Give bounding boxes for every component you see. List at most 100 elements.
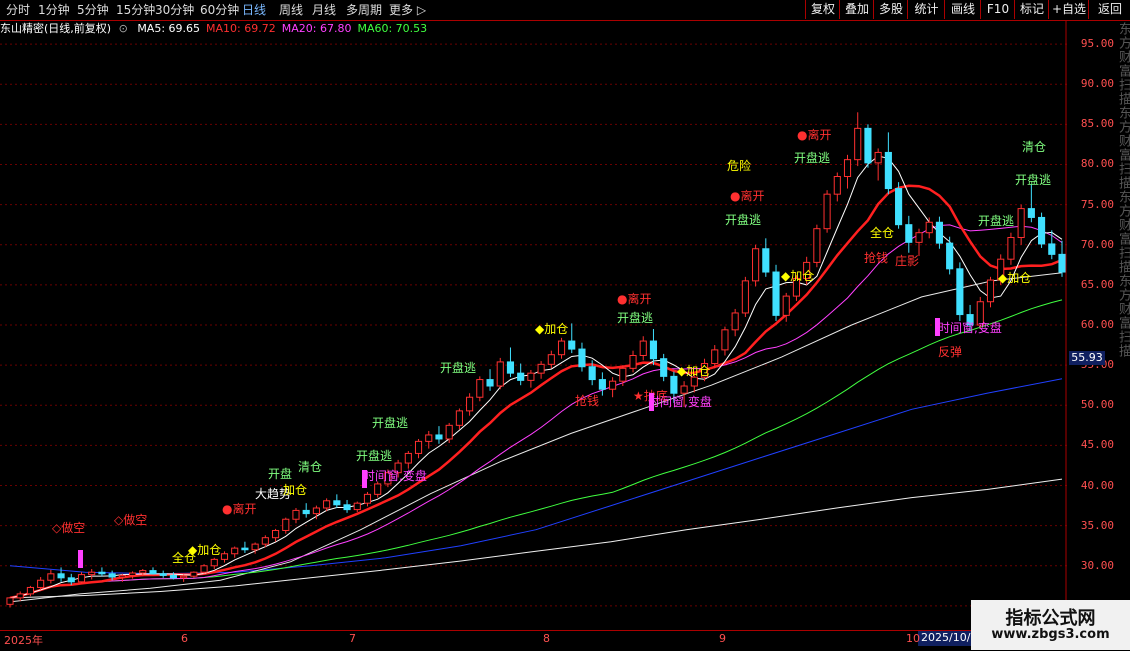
- candle-body: [414, 440, 423, 454]
- candle-body: [619, 367, 627, 382]
- candle-body: [404, 452, 412, 464]
- period-tab-0[interactable]: 分时: [6, 2, 30, 18]
- candle-body: [486, 379, 494, 387]
- signal-label: 开盘逃: [372, 415, 408, 430]
- candle-body: [476, 379, 484, 398]
- toolbar-button-7[interactable]: +自选: [1048, 0, 1089, 19]
- signal-label: ●离开: [797, 127, 831, 142]
- candle-body: [537, 363, 545, 374]
- signal-label: 清仓: [298, 460, 322, 474]
- candle-body: [323, 500, 331, 509]
- candle-body: [271, 529, 280, 539]
- candle-body: [741, 280, 749, 314]
- candle-body: [88, 571, 96, 576]
- period-tab-10[interactable]: 更多 ▷: [389, 2, 426, 18]
- date-label: 9: [719, 632, 726, 645]
- candle-body: [159, 573, 167, 576]
- candle-body: [1007, 237, 1015, 260]
- watermark-url: www.zbgs3.com: [991, 627, 1110, 642]
- candle-body: [772, 271, 780, 316]
- candle-body: [874, 151, 882, 164]
- period-tab-3[interactable]: 15分钟: [116, 2, 155, 18]
- period-tab-7[interactable]: 周线: [279, 2, 303, 18]
- candle-body: [854, 127, 862, 161]
- signal-label: 危险: [727, 158, 751, 173]
- signal-label: ◇做空: [52, 520, 85, 535]
- time-window-marker: [935, 318, 940, 336]
- candle-body: [343, 504, 351, 511]
- candle-body: [67, 577, 75, 583]
- candle-body: [915, 232, 923, 243]
- signal-label: 开盘逃: [617, 310, 653, 325]
- candle-body: [762, 248, 770, 273]
- candle-body: [98, 571, 106, 575]
- kline-chart[interactable]: ◇做空◇做空◆加仓全仓●离开大趋势加仓清仓开盘 时间窗,变盘开盘逃开盘逃开盘逃◆加…: [0, 20, 1067, 630]
- ma10-line: [9, 184, 1063, 600]
- candle-body: [180, 575, 188, 579]
- signal-label: 全仓: [172, 550, 196, 565]
- candle-body: [312, 507, 320, 515]
- signal-label: 开盘: [268, 466, 292, 481]
- candle-body: [833, 176, 841, 195]
- period-tab-1[interactable]: 1分钟: [38, 2, 70, 18]
- candle-body: [37, 579, 45, 588]
- time-window-marker: [649, 393, 654, 411]
- candle-body: [57, 573, 65, 579]
- toolbar-button-8[interactable]: 返回: [1088, 0, 1130, 19]
- toolbar-button-6[interactable]: 标记: [1014, 0, 1049, 19]
- signal-label: 反弹: [938, 345, 962, 359]
- toolbar-button-3[interactable]: 统计: [907, 0, 945, 19]
- candle-body: [251, 543, 259, 551]
- signal-label: ◆加仓: [535, 322, 568, 336]
- candle-body: [466, 396, 474, 412]
- candle-body: [220, 553, 229, 560]
- period-tab-9[interactable]: 多周期: [346, 2, 382, 18]
- candle-body: [864, 127, 872, 164]
- side-vertical-text: 东方财富扫描东方财富扫描东方财富扫描东方财富扫描: [1116, 22, 1130, 358]
- candle-body: [690, 376, 698, 387]
- candle-body: [455, 410, 463, 426]
- candle-body: [241, 547, 249, 551]
- candle-body: [568, 340, 576, 350]
- candle-body: [680, 385, 688, 394]
- candle-body: [435, 434, 443, 440]
- signal-label: ●离开: [730, 188, 764, 203]
- candle-body: [639, 340, 647, 357]
- candle-body: [598, 379, 606, 390]
- candle-body: [118, 574, 126, 578]
- signal-label: 庄影: [895, 253, 919, 268]
- period-tab-4[interactable]: 30分钟: [155, 2, 194, 18]
- toolbar-button-4[interactable]: 画线: [944, 0, 981, 19]
- candle-body: [302, 509, 310, 515]
- candle-body: [169, 574, 177, 579]
- signal-label: ●离开: [222, 501, 256, 516]
- toolbar-button-5[interactable]: F10: [980, 0, 1015, 19]
- signal-label: 加仓: [283, 483, 307, 497]
- signal-label: 开盘逃: [1015, 172, 1051, 187]
- candle-body: [884, 151, 892, 190]
- candle-body: [139, 570, 147, 574]
- candle-body: [496, 361, 504, 387]
- candle-body: [333, 500, 341, 506]
- period-tab-6[interactable]: 日线: [242, 2, 266, 18]
- candle-body: [731, 312, 739, 331]
- date-label: 10: [906, 632, 920, 645]
- toolbar-button-1[interactable]: 叠加: [839, 0, 874, 19]
- candle-body: [1017, 208, 1025, 239]
- candle-body: [1038, 216, 1046, 245]
- candle-body: [210, 558, 218, 567]
- period-tab-5[interactable]: 60分钟: [200, 2, 239, 18]
- date-label: 7: [349, 632, 356, 645]
- signal-label: 开盘逃: [356, 448, 392, 463]
- period-tab-2[interactable]: 5分钟: [77, 2, 109, 18]
- toolbar-button-0[interactable]: 复权: [805, 0, 840, 19]
- candle-body: [282, 518, 290, 531]
- candle-body: [261, 537, 269, 545]
- candle-body: [895, 188, 903, 226]
- candle-body: [588, 366, 596, 381]
- candle-body: [813, 228, 821, 263]
- candle-body: [47, 573, 55, 581]
- date-label: 2025年: [4, 634, 43, 647]
- toolbar-button-2[interactable]: 多股: [873, 0, 908, 19]
- period-tab-8[interactable]: 月线: [312, 2, 336, 18]
